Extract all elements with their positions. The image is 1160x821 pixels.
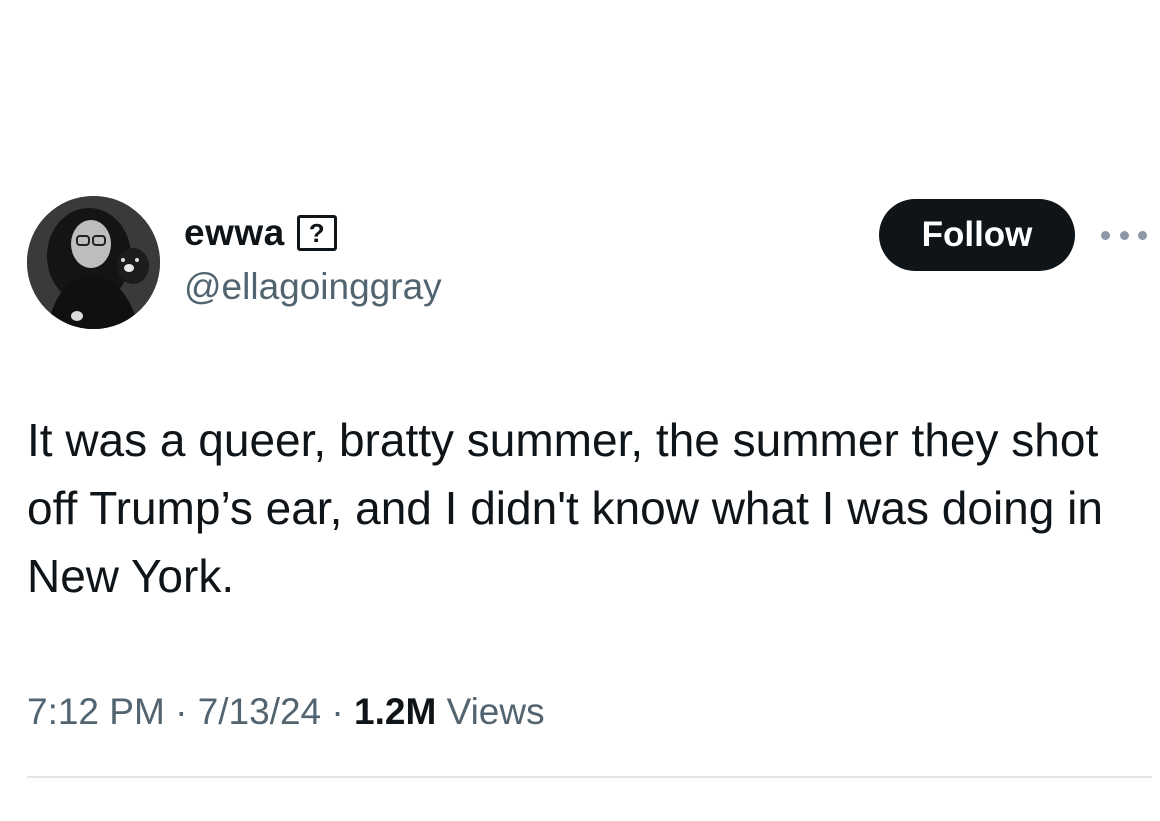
- avatar-photo-icon: [27, 196, 160, 329]
- more-horizontal-icon[interactable]: [1101, 226, 1147, 244]
- tweet-meta: 7:12 PM · 7/13/24 · 1.2M Views: [27, 693, 545, 730]
- tweet-date[interactable]: 7/13/24: [198, 691, 321, 732]
- more-dot: [1138, 230, 1147, 240]
- tweet-time[interactable]: 7:12 PM: [27, 691, 165, 732]
- divider: [27, 776, 1152, 778]
- user-handle[interactable]: @ellagoinggray: [184, 268, 442, 305]
- meta-separator: ·: [331, 691, 355, 732]
- display-name-row: ewwa ?: [184, 214, 337, 251]
- follow-button[interactable]: Follow: [879, 199, 1075, 271]
- more-dot: [1101, 230, 1110, 240]
- display-name[interactable]: ewwa: [184, 214, 285, 251]
- unknown-glyph-icon: ?: [296, 214, 337, 251]
- views-label: Views: [446, 691, 545, 732]
- avatar[interactable]: [27, 196, 160, 329]
- more-dot: [1119, 230, 1129, 240]
- views-count: 1.2M: [354, 691, 447, 732]
- tweet-card: ewwa ? @ellagoinggray Follow It was a qu…: [0, 0, 1160, 821]
- tweet-text: It was a queer, bratty summer, the summe…: [27, 414, 1103, 602]
- meta-separator: ·: [175, 691, 198, 732]
